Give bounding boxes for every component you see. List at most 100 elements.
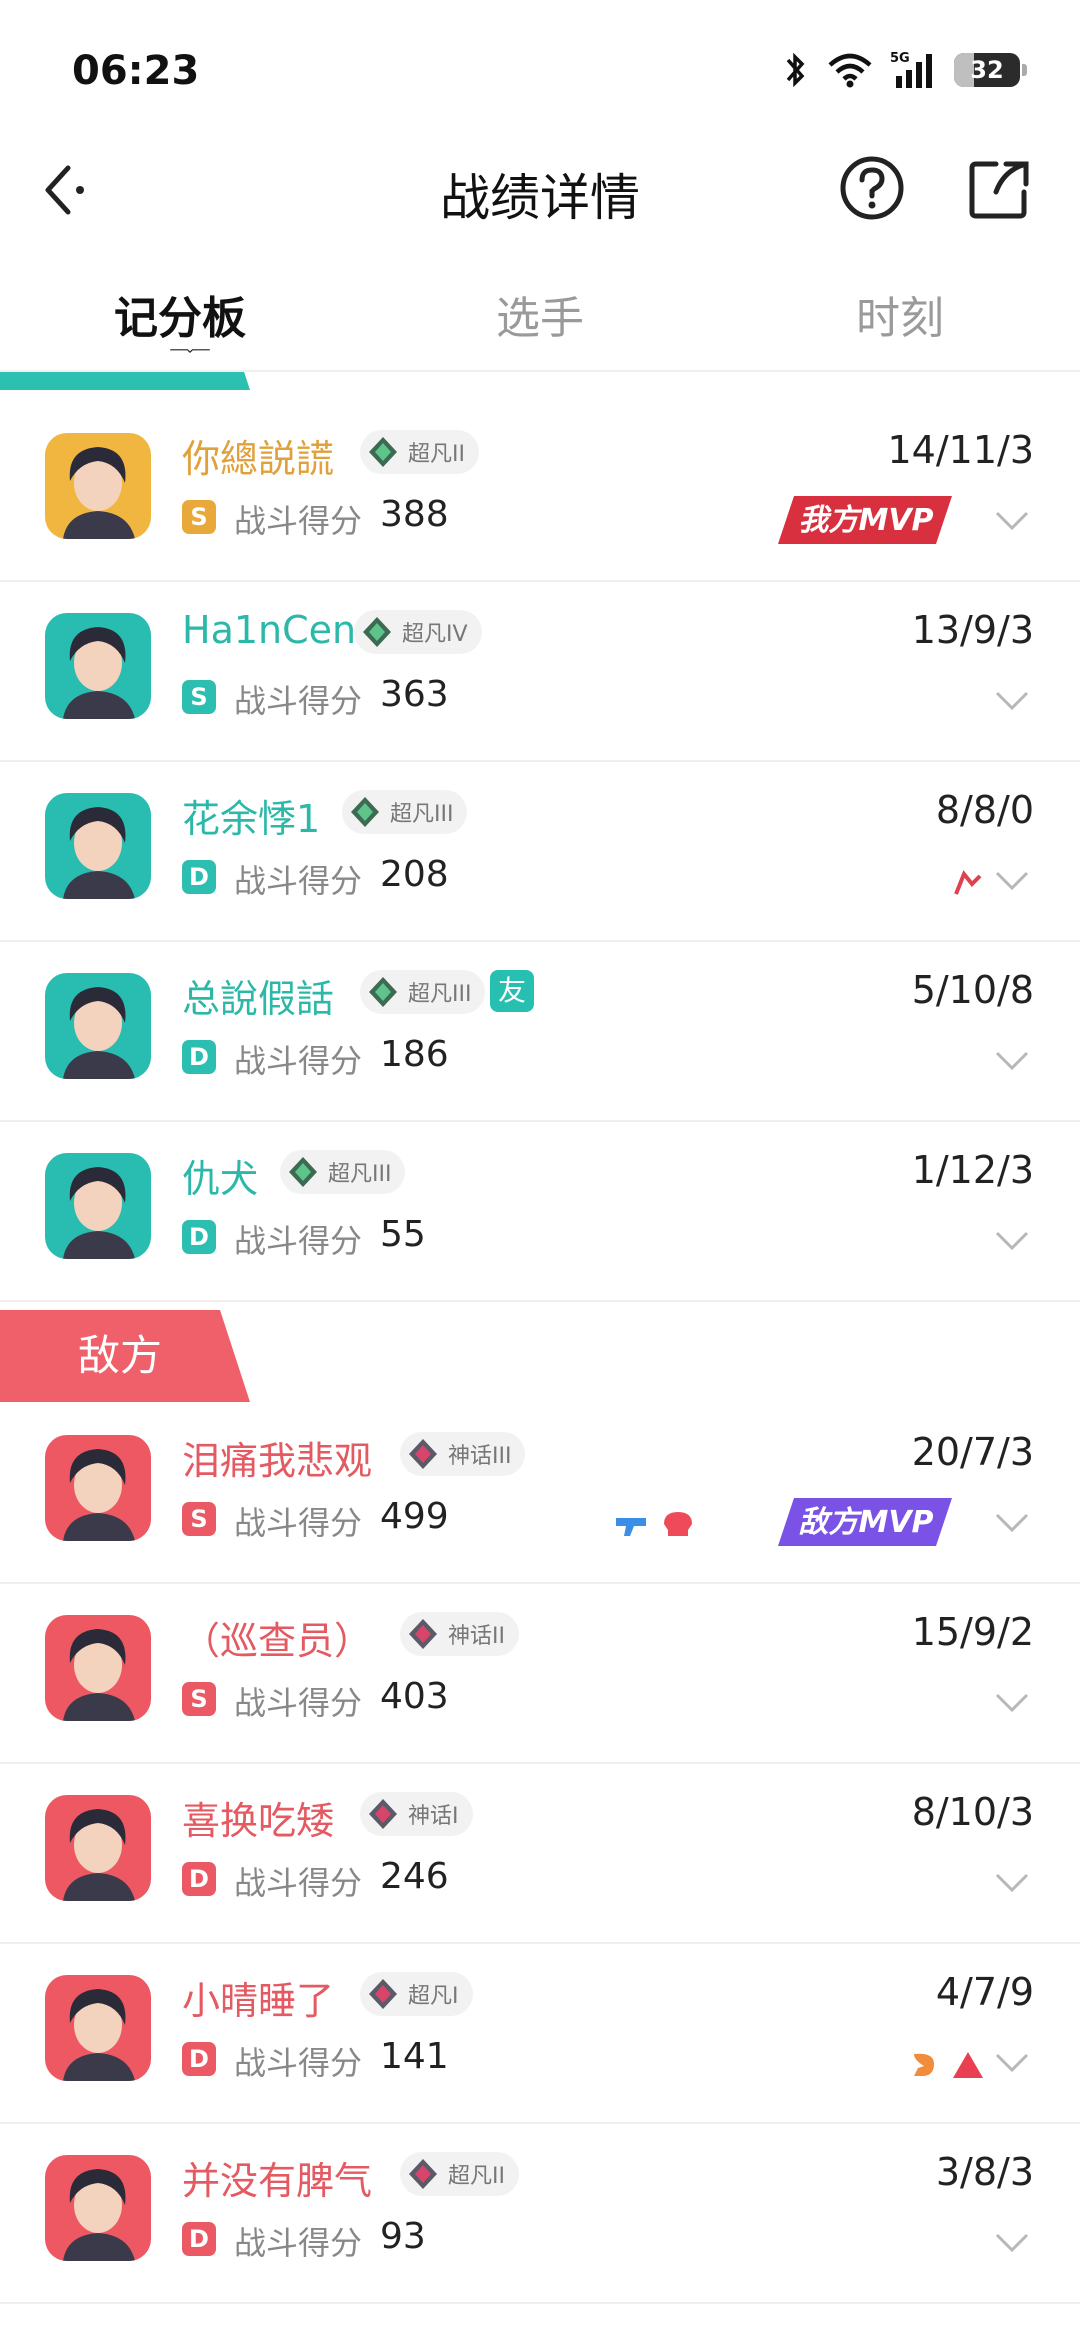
status-time: 06:23 — [72, 48, 200, 94]
player-row[interactable]: 你總説謊 超凡II S 战斗得分 388 14/11/3 我方MVP — [0, 400, 1080, 582]
player-row[interactable]: 花余悸1 超凡III D 战斗得分 208 8/8/0 — [0, 760, 1080, 942]
score-value: 388 — [380, 494, 449, 535]
score-label: 战斗得分 — [234, 1864, 363, 1902]
kda-value: 8/10/3 — [911, 1790, 1034, 1834]
chevron-down-icon[interactable] — [994, 1050, 1030, 1072]
score-label: 战斗得分 — [234, 1222, 363, 1260]
player-row[interactable]: 总說假話 超凡III 友 D 战斗得分 186 5/10/8 — [0, 940, 1080, 1122]
score-label: 战斗得分 — [234, 1504, 363, 1542]
blue-gun-icon — [616, 1518, 646, 1536]
chevron-down-icon[interactable] — [994, 690, 1030, 712]
kda-value: 3/8/3 — [935, 2150, 1034, 2194]
network-type-label: 5G — [890, 51, 910, 66]
player-avatar[interactable] — [45, 1153, 151, 1259]
red-skull-icon — [664, 1512, 692, 1536]
status-icons: 5G 32 — [780, 50, 1027, 90]
kda-value: 5/10/8 — [911, 968, 1034, 1012]
rank-badge: 超凡III — [360, 970, 486, 1014]
score-value: 363 — [380, 674, 449, 715]
page-title: 战绩详情 — [440, 169, 640, 227]
player-name: 花余悸1 — [182, 797, 321, 841]
rank-badge: 神话I — [360, 1792, 473, 1836]
score-label: 战斗得分 — [234, 862, 363, 900]
player-avatar[interactable] — [45, 1435, 151, 1541]
chevron-down-icon[interactable] — [994, 2232, 1030, 2254]
grade-badge: S — [182, 500, 216, 534]
rank-label: 超凡I — [408, 1984, 459, 2009]
tab-players[interactable]: 选手 — [496, 282, 584, 346]
rank-badge: 超凡II — [360, 430, 479, 474]
player-row[interactable]: Ha1nCen 超凡IV S 战斗得分 363 13/9/3 — [0, 580, 1080, 762]
player-name: 仇犬 — [182, 1157, 259, 1201]
wifi-icon — [828, 53, 872, 88]
player-row[interactable]: 泪痛我悲观 神话III S 战斗得分 499 20/7/3 敌方MVP — [0, 1402, 1080, 1584]
rank-badge: 超凡II — [400, 2152, 519, 2196]
player-avatar[interactable] — [45, 973, 151, 1079]
score-value: 93 — [380, 2216, 426, 2257]
nav-bar: 战绩详情 — [0, 140, 1080, 240]
svg-text:敌方MVP: 敌方MVP — [798, 1505, 933, 1540]
kda-value: 4/7/9 — [935, 1970, 1034, 2014]
rank-badge: 神话II — [400, 1612, 519, 1656]
chevron-down-icon[interactable] — [994, 2052, 1030, 2074]
svg-text:我方MVP: 我方MVP — [798, 503, 933, 538]
rank-label: 超凡III — [390, 802, 454, 827]
ally-team-label: 我方 — [0, 372, 250, 390]
player-name: 并没有脾气 — [182, 2159, 373, 2203]
chevron-down-icon[interactable] — [994, 1512, 1030, 1534]
tab-scoreboard[interactable]: 记分板 — [114, 282, 246, 346]
kda-value: 1/12/3 — [911, 1148, 1034, 1192]
score-value: 403 — [380, 1676, 449, 1717]
score-label: 战斗得分 — [234, 502, 363, 540]
help-icon[interactable] — [838, 154, 906, 222]
battery-indicator: 32 — [954, 53, 1027, 87]
player-avatar[interactable] — [45, 1615, 151, 1721]
rank-badge: 超凡III — [342, 790, 468, 834]
player-avatar[interactable] — [45, 433, 151, 539]
active-tab-indicator — [170, 349, 210, 354]
red-triangle-icon — [953, 2052, 983, 2078]
rank-label: 超凡III — [328, 1162, 392, 1187]
rank-label: 超凡IV — [402, 622, 468, 647]
score-value: 499 — [380, 1496, 449, 1537]
kda-value: 20/7/3 — [911, 1430, 1034, 1474]
score-value: 208 — [380, 854, 449, 895]
grade-badge: D — [182, 1862, 216, 1896]
rank-badge: 超凡III — [280, 1150, 406, 1194]
scoreboard-list[interactable]: 我方 你總説謊超凡IIS战斗得分38814/11/3我方MVPHa1nCen超凡… — [0, 372, 1080, 2345]
red-recoil-icon — [954, 870, 982, 895]
player-name: 泪痛我悲观 — [182, 1439, 373, 1483]
player-avatar[interactable] — [45, 1975, 151, 2081]
chevron-down-icon[interactable] — [994, 510, 1030, 532]
score-label: 战斗得分 — [234, 1684, 363, 1722]
player-name: Ha1nCen — [182, 608, 357, 652]
player-avatar[interactable] — [45, 1795, 151, 1901]
score-label: 战斗得分 — [234, 1042, 363, 1080]
rank-label: 神话II — [448, 1624, 505, 1649]
score-value: 141 — [380, 2036, 449, 2077]
orange-swirl-icon — [914, 2053, 934, 2076]
player-name: 你總説謊 — [182, 437, 335, 481]
tab-moments[interactable]: 时刻 — [856, 282, 944, 346]
player-row[interactable]: 喜换吃矮 神话I D 战斗得分 246 8/10/3 — [0, 1762, 1080, 1944]
grade-badge: D — [182, 1040, 216, 1074]
player-avatar[interactable] — [45, 613, 151, 719]
player-name: 小晴睡了 — [182, 1979, 335, 2023]
grade-badge: S — [182, 680, 216, 714]
player-row[interactable]: 并没有脾气 超凡II D 战斗得分 93 3/8/3 — [0, 2122, 1080, 2304]
chevron-down-icon[interactable] — [994, 1230, 1030, 1252]
status-bar: 06:23 5G 32 — [0, 0, 1080, 140]
player-avatar[interactable] — [45, 2155, 151, 2261]
grade-badge: D — [182, 2222, 216, 2256]
share-icon[interactable] — [968, 156, 1032, 220]
score-value: 55 — [380, 1214, 426, 1255]
player-row[interactable]: 小晴睡了 超凡I D 战斗得分 141 4/7/9 — [0, 1942, 1080, 2124]
player-avatar[interactable] — [45, 793, 151, 899]
player-row[interactable]: （巡查员） 神话II S 战斗得分 403 15/9/2 — [0, 1582, 1080, 1764]
chevron-down-icon[interactable] — [994, 1872, 1030, 1894]
grade-badge: D — [182, 860, 216, 894]
chevron-down-icon[interactable] — [994, 1692, 1030, 1714]
kda-value: 15/9/2 — [911, 1610, 1034, 1654]
player-row[interactable]: 仇犬 超凡III D 战斗得分 55 1/12/3 — [0, 1120, 1080, 1302]
chevron-down-icon[interactable] — [994, 870, 1030, 892]
